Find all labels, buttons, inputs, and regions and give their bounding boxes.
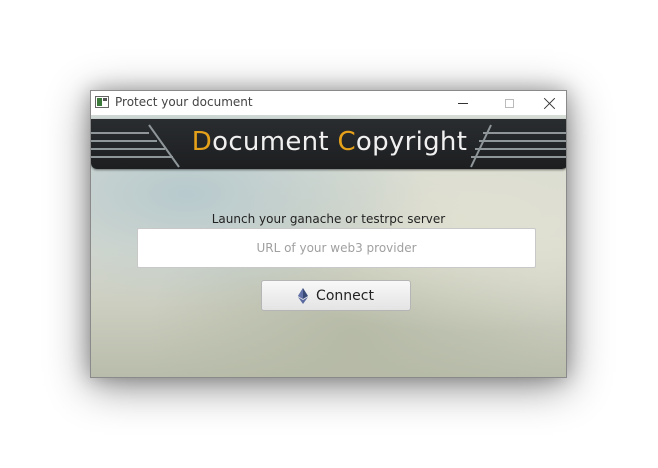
banner-title-initial-d: D (191, 127, 213, 157)
connect-button-label: Connect (316, 287, 374, 304)
connect-button[interactable]: Connect (261, 280, 411, 311)
web3-provider-url-input[interactable] (137, 228, 536, 268)
close-button[interactable] (532, 91, 566, 115)
launch-server-label: Launch your ganache or testrpc server (211, 212, 446, 226)
maximize-icon (504, 98, 514, 108)
app-window: Protect your document Document Copyright… (90, 90, 567, 378)
header-banner: Document Copyright (91, 119, 566, 169)
maximize-button (486, 91, 532, 115)
banner-title-initial-c: C (337, 127, 356, 157)
app-icon (95, 96, 109, 108)
close-icon (544, 97, 556, 109)
banner-title-part-1: ocument (212, 127, 338, 157)
minimize-icon (458, 102, 468, 104)
ethereum-icon (298, 287, 309, 304)
main-content: Document Copyright Launch your ganache o… (91, 115, 566, 377)
banner-title: Document Copyright (91, 127, 566, 157)
window-title: Protect your document (115, 95, 253, 109)
title-bar[interactable]: Protect your document (91, 91, 566, 115)
banner-title-part-2: opyright (355, 127, 468, 157)
minimize-button[interactable] (440, 91, 486, 115)
